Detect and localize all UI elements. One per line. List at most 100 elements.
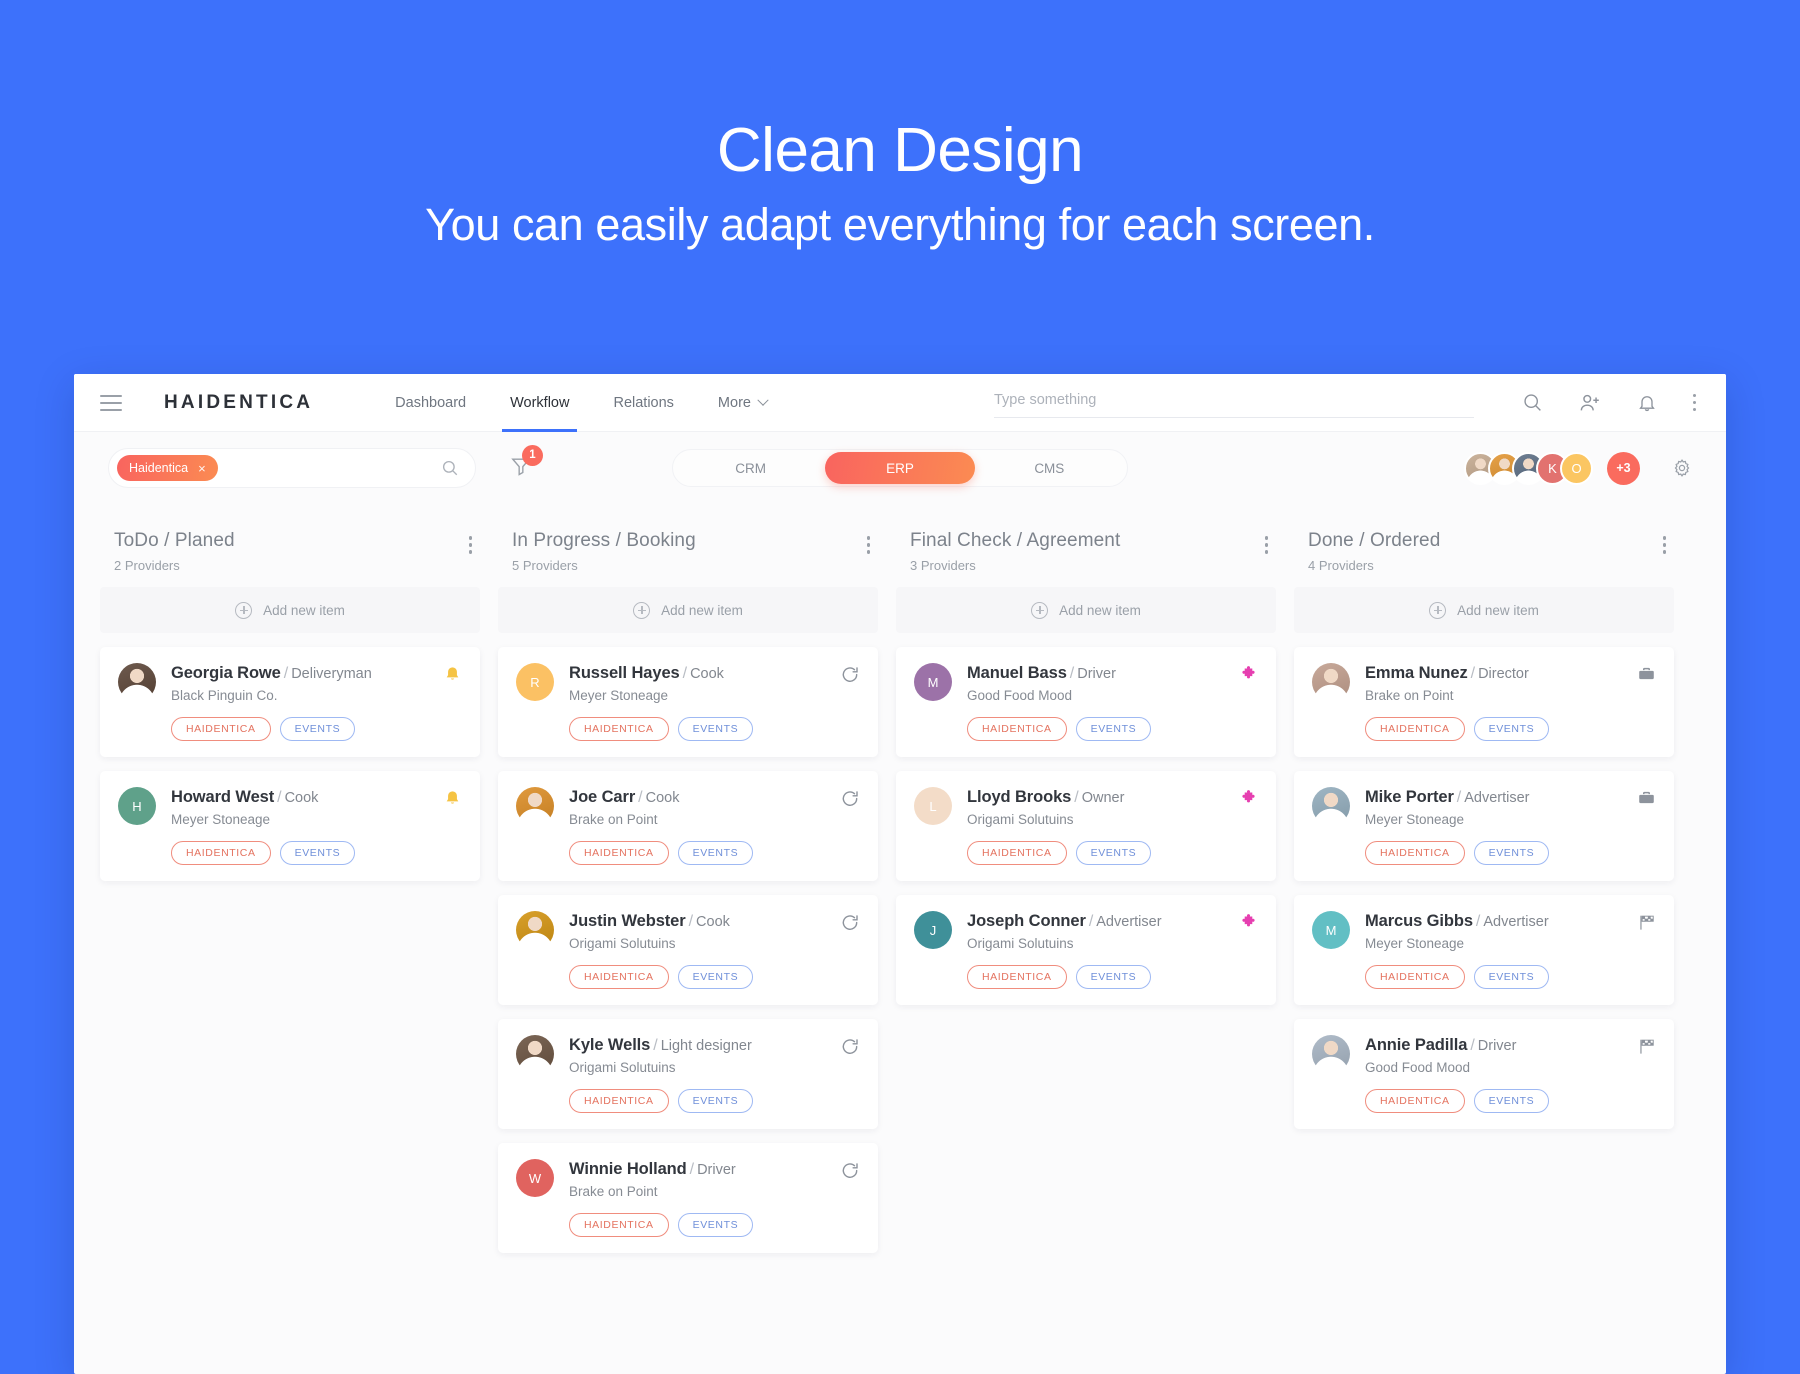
tag-events[interactable]: EVENTS [1473, 841, 1550, 865]
provider-card[interactable]: M Marcus Gibbs / Advertiser Meyer Stoneage… [1294, 895, 1674, 1005]
column-more-icon[interactable] [1662, 536, 1666, 554]
segment-erp[interactable]: ERP [825, 452, 975, 484]
provider-card[interactable]: Justin Webster / Cook Origami Solutuins HA… [498, 895, 878, 1005]
refresh-icon[interactable] [840, 1035, 860, 1057]
nav-item-dashboard[interactable]: Dashboard [373, 374, 488, 432]
tag-events[interactable]: EVENTS [677, 1213, 754, 1237]
tag-events[interactable]: EVENTS [279, 841, 356, 865]
tag-events[interactable]: EVENTS [1473, 1089, 1550, 1113]
tag-haidentica[interactable]: HAIDENTICA [171, 841, 271, 865]
global-search-input[interactable] [994, 388, 1474, 418]
tag-haidentica[interactable]: HAIDENTICA [569, 1089, 669, 1113]
tag-list: HAIDENTICA EVENTS [171, 841, 462, 865]
tag-events[interactable]: EVENTS [677, 841, 754, 865]
add-new-item-button[interactable]: Add new item [498, 587, 878, 633]
top-bar-icons [1522, 392, 1696, 414]
add-person-icon[interactable] [1579, 392, 1601, 414]
column-count: 3 Providers [910, 558, 976, 573]
refresh-icon[interactable] [840, 663, 860, 685]
provider-card[interactable]: Joe Carr / Cook Brake on Point HAIDENTICA … [498, 771, 878, 881]
tag-events[interactable]: EVENTS [677, 717, 754, 741]
tag-events[interactable]: EVENTS [1075, 717, 1152, 741]
filter-button[interactable]: 1 [510, 444, 543, 482]
tag-events[interactable]: EVENTS [1075, 965, 1152, 989]
segment-cms[interactable]: CMS [975, 452, 1124, 484]
tag-haidentica[interactable]: HAIDENTICA [1365, 1089, 1465, 1113]
tag-events[interactable]: EVENTS [1075, 841, 1152, 865]
avatar[interactable]: O [1560, 451, 1593, 485]
add-new-item-button[interactable]: Add new item [1294, 587, 1674, 633]
tag-haidentica[interactable]: HAIDENTICA [967, 841, 1067, 865]
tag-haidentica[interactable]: HAIDENTICA [569, 965, 669, 989]
provider-role: Advertiser [1096, 914, 1162, 930]
tag-events[interactable]: EVENTS [677, 1089, 754, 1113]
provider-card[interactable]: L Lloyd Brooks / Owner Origami Solutuins H… [896, 771, 1276, 881]
column-more-icon[interactable] [468, 536, 472, 554]
bell-icon[interactable] [443, 787, 462, 808]
column-more-icon[interactable] [866, 536, 870, 554]
puzzle-icon[interactable] [1239, 911, 1258, 932]
provider-name: Annie Padilla [1365, 1036, 1468, 1054]
tag-events[interactable]: EVENTS [677, 965, 754, 989]
provider-card[interactable]: Kyle Wells / Light designer Origami Solutu… [498, 1019, 878, 1129]
tag-haidentica[interactable]: HAIDENTICA [1365, 965, 1465, 989]
briefcase-icon[interactable] [1637, 787, 1656, 808]
provider-name: Lloyd Brooks [967, 788, 1072, 806]
nav-item-workflow[interactable]: Workflow [488, 374, 591, 432]
provider-card[interactable]: R Russell Hayes / Cook Meyer Stoneage HAID… [498, 647, 878, 757]
nav-item-relations[interactable]: Relations [591, 374, 695, 432]
close-icon[interactable]: × [198, 461, 206, 476]
avatar: H [118, 787, 156, 825]
column-more-icon[interactable] [1264, 536, 1268, 554]
flag-icon[interactable] [1637, 911, 1656, 932]
provider-card[interactable]: Georgia Rowe / Deliveryman Black Pinguin C… [100, 647, 480, 757]
provider-card[interactable]: Emma Nunez / Director Brake on Point HAIDE… [1294, 647, 1674, 757]
tag-list: HAIDENTICA EVENTS [569, 717, 860, 741]
bell-icon[interactable] [443, 663, 462, 684]
segment-crm[interactable]: CRM [676, 452, 825, 484]
more-vertical-icon[interactable] [1692, 393, 1696, 412]
chevron-down-icon [757, 394, 769, 406]
provider-card[interactable]: H Howard West / Cook Meyer Stoneage HAIDEN… [100, 771, 480, 881]
bell-icon[interactable] [1637, 393, 1657, 413]
nav-item-more[interactable]: More [696, 374, 789, 432]
tag-events[interactable]: EVENTS [1473, 717, 1550, 741]
provider-card[interactable]: Mike Porter / Advertiser Meyer Stoneage HA… [1294, 771, 1674, 881]
tag-events[interactable]: EVENTS [1473, 965, 1550, 989]
filter-chip-haidentica[interactable]: Haidentica × [117, 455, 218, 481]
avatar-overflow-badge[interactable]: +3 [1607, 451, 1640, 485]
tag-haidentica[interactable]: HAIDENTICA [967, 717, 1067, 741]
provider-role: Cook [645, 790, 680, 806]
tag-events[interactable]: EVENTS [279, 717, 356, 741]
provider-card[interactable]: J Joseph Conner / Advertiser Origami Solut… [896, 895, 1276, 1005]
flag-icon[interactable] [1637, 1035, 1656, 1056]
refresh-icon[interactable] [840, 1159, 860, 1181]
provider-role: Driver [1077, 666, 1116, 682]
refresh-icon[interactable] [840, 787, 860, 809]
gear-icon[interactable] [1672, 458, 1692, 478]
search-icon[interactable] [1522, 392, 1543, 413]
search-icon[interactable] [441, 459, 459, 477]
filter-search-field[interactable]: Haidentica × [108, 448, 476, 488]
provider-card[interactable]: Annie Padilla / Driver Good Food Mood HAID… [1294, 1019, 1674, 1129]
tag-haidentica[interactable]: HAIDENTICA [1365, 841, 1465, 865]
provider-card[interactable]: W Winnie Holland / Driver Brake on Point H… [498, 1143, 878, 1253]
briefcase-icon[interactable] [1637, 663, 1656, 684]
provider-card[interactable]: M Manuel Bass / Driver Good Food Mood HAID… [896, 647, 1276, 757]
column-count: 2 Providers [114, 558, 180, 573]
add-new-item-button[interactable]: Add new item [896, 587, 1276, 633]
board-column: In Progress / Booking 5 Providers Add ne… [498, 520, 878, 1267]
tag-haidentica[interactable]: HAIDENTICA [1365, 717, 1465, 741]
puzzle-icon[interactable] [1239, 663, 1258, 684]
refresh-icon[interactable] [840, 911, 860, 933]
hamburger-menu-icon[interactable] [100, 394, 122, 411]
tag-haidentica[interactable]: HAIDENTICA [569, 717, 669, 741]
tag-haidentica[interactable]: HAIDENTICA [967, 965, 1067, 989]
tag-haidentica[interactable]: HAIDENTICA [569, 1213, 669, 1237]
tag-haidentica[interactable]: HAIDENTICA [569, 841, 669, 865]
avatar [1312, 663, 1350, 701]
puzzle-icon[interactable] [1239, 787, 1258, 808]
provider-role: Owner [1081, 790, 1125, 806]
tag-haidentica[interactable]: HAIDENTICA [171, 717, 271, 741]
add-new-item-button[interactable]: Add new item [100, 587, 480, 633]
